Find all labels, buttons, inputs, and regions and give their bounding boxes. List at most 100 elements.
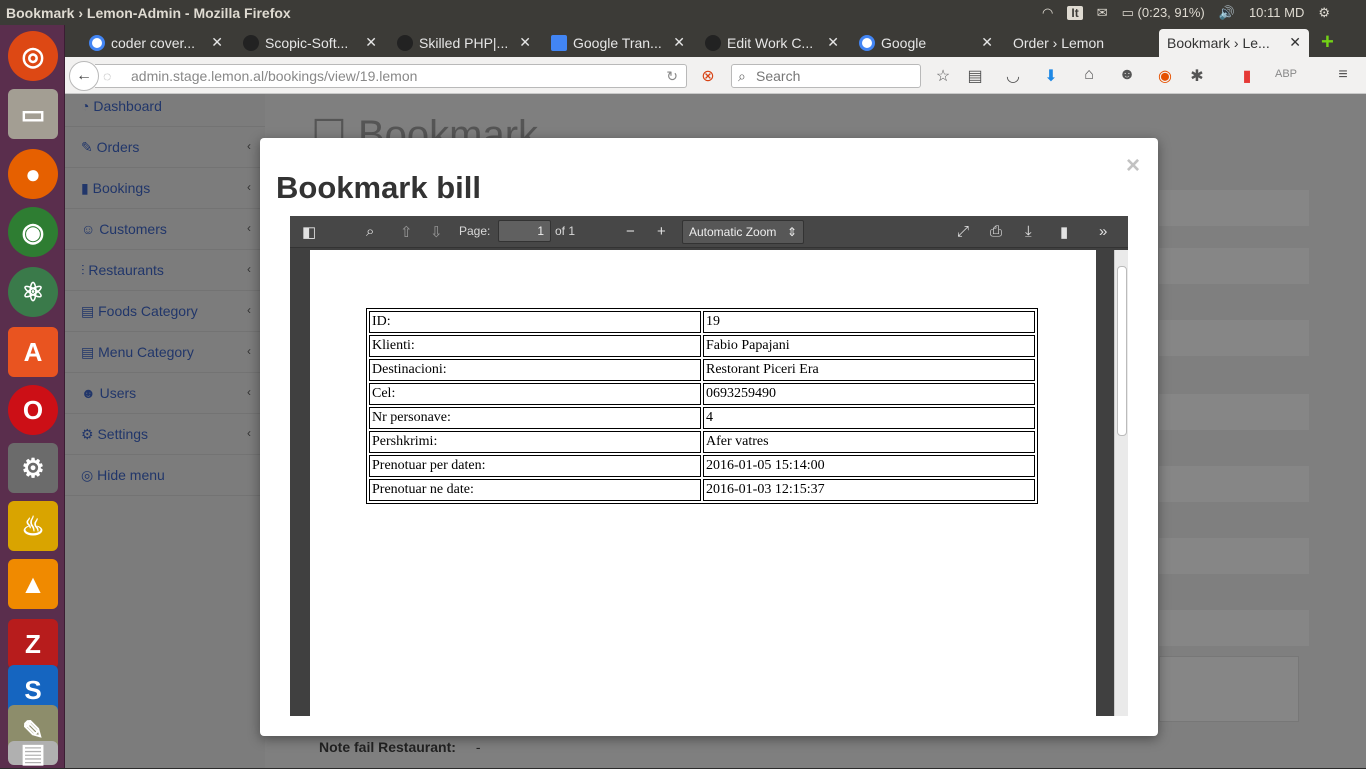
files-icon[interactable]: ▭ [8, 89, 58, 139]
filezilla-icon[interactable]: Z [8, 619, 58, 669]
close-tab-icon[interactable]: ✕ [211, 34, 223, 51]
sidebar-item-settings[interactable]: ⚙ Settings ‹ [65, 414, 265, 455]
sidebar-item-hide-menu[interactable]: ◎ Hide menu [65, 455, 265, 496]
new-tab-icon[interactable]: + [1321, 29, 1334, 55]
atom-icon[interactable]: ⚛ [8, 267, 58, 317]
previous-page-icon[interactable]: ⇧ [400, 223, 413, 241]
chat-icon[interactable]: ☻ [1117, 66, 1137, 84]
download-icon[interactable]: ⤓ [1025, 223, 1032, 240]
pdf-search-icon[interactable]: ⌕ [366, 223, 374, 240]
firefox-icon[interactable]: ● [8, 149, 58, 199]
row-value: 4 [703, 407, 1035, 429]
zoom-select[interactable]: Automatic Zoom ⇕ [682, 220, 804, 244]
bookmark-icon[interactable]: ▮ [1060, 223, 1068, 241]
sidebar-item-customers[interactable]: ☺ Customers ‹ [65, 209, 265, 250]
zoom-in-icon[interactable]: + [657, 223, 666, 240]
chevron-left-icon: ‹ [247, 139, 251, 153]
close-tab-icon[interactable]: ✕ [519, 34, 531, 51]
page-number-input[interactable]: 1 [498, 220, 551, 242]
zoom-out-icon[interactable]: − [626, 223, 635, 240]
home-icon[interactable]: ⌂ [1079, 66, 1099, 84]
row-value: Afer vatres [703, 431, 1035, 453]
ubuntu-dash-icon[interactable]: ◎ [8, 31, 58, 81]
background-panel [1159, 190, 1309, 226]
browser-tab[interactable]: coder cover... ✕ [81, 29, 231, 57]
browser-tab[interactable]: Order › Lemon [1005, 29, 1155, 57]
addon-icon[interactable]: ⊗ [698, 66, 718, 86]
sidebar-item-label: Orders [96, 139, 140, 155]
close-tab-icon[interactable]: ✕ [827, 34, 839, 51]
row-label: Prenotuar ne date: [369, 479, 701, 501]
keyboard-layout-indicator[interactable]: It [1067, 5, 1083, 20]
close-tab-icon[interactable]: ✕ [365, 34, 377, 51]
sidebar-item-restaurants[interactable]: ⫶ Restaurants ‹ [65, 250, 265, 291]
page-total: of 1 [555, 224, 576, 238]
modal-close-button[interactable]: × [1126, 152, 1140, 180]
close-tab-icon[interactable]: ✕ [1289, 34, 1301, 51]
row-value: 2016-01-05 15:14:00 [703, 455, 1035, 477]
sidebar-item-label: Dashboard [93, 98, 162, 114]
window-title: Bookmark › Lemon-Admin - Mozilla Firefox [6, 4, 291, 21]
mail-icon[interactable]: ✉ [1097, 5, 1108, 21]
browser-tab[interactable]: Google ✕ [851, 29, 1001, 57]
search-input[interactable]: ⌕ Search [731, 64, 921, 88]
extension-color-icon[interactable]: ◉ [1155, 66, 1175, 86]
tab-label: Skilled PHP|... [419, 35, 509, 51]
sidebar-toggle-icon[interactable]: ◧ [302, 223, 316, 241]
row-label: Destinacioni: [369, 359, 701, 381]
extension-bug-icon[interactable]: ✱ [1187, 66, 1207, 86]
close-tab-icon[interactable]: ✕ [981, 34, 993, 51]
teapot-icon[interactable]: ♨ [8, 501, 58, 551]
back-button[interactable]: ← [69, 61, 99, 91]
list-icon: ▤ [81, 303, 95, 319]
pdf-scrollbar[interactable] [1114, 250, 1128, 716]
sidebar-item-users[interactable]: ☻ Users ‹ [65, 373, 265, 414]
adblock-icon[interactable]: ABP [1275, 68, 1297, 80]
next-page-icon[interactable]: ⇩ [430, 223, 443, 241]
battery-indicator[interactable]: ▭ (0:23, 91%) [1122, 5, 1205, 21]
downloads-icon[interactable]: ⬇ [1041, 66, 1061, 86]
reload-icon[interactable]: ↻ [666, 65, 678, 87]
scrollbar-thumb[interactable] [1117, 266, 1127, 436]
row-value: 19 [703, 311, 1035, 333]
system-settings-icon[interactable]: ⚙ [8, 443, 58, 493]
extension-jar-icon[interactable]: ▮ [1237, 66, 1257, 86]
browser-tab-active[interactable]: Bookmark › Le... ✕ [1159, 29, 1309, 57]
vlc-icon[interactable]: ▲ [8, 559, 58, 609]
clock[interactable]: 10:11 MD [1249, 5, 1304, 20]
browser-tab[interactable]: Scopic-Soft... ✕ [235, 29, 385, 57]
modal-title: Bookmark bill [276, 170, 481, 205]
sidebar-item-menu-category[interactable]: ▤ Menu Category ‹ [65, 332, 265, 373]
opera-icon[interactable]: O [8, 385, 58, 435]
browser-tab[interactable]: Google Tran... ✕ [543, 29, 693, 57]
note-value: - [475, 739, 481, 755]
table-row: Destinacioni: Restorant Piceri Era [369, 359, 1035, 381]
bookmark-star-icon[interactable]: ☆ [933, 66, 953, 86]
print-icon[interactable]: ⎙ [990, 223, 1002, 240]
browser-nav-bar: ◌ admin.stage.lemon.al/bookings/view/19.… [65, 57, 1366, 94]
volume-icon[interactable]: 🔊 [1219, 5, 1235, 21]
tools-chevron-icon[interactable]: » [1099, 223, 1107, 240]
browser-tab[interactable]: Edit Work C... ✕ [697, 29, 847, 57]
pocket-icon[interactable]: ◡ [1003, 66, 1023, 86]
sidebar-item-orders[interactable]: ✎ Orders ‹ [65, 127, 265, 168]
dashboard-icon: ◔ [81, 98, 90, 114]
site-info-icon[interactable]: ◌ [103, 65, 111, 87]
url-bar[interactable]: ◌ admin.stage.lemon.al/bookings/view/19.… [95, 64, 687, 88]
presentation-mode-icon[interactable]: ⤢ [957, 223, 969, 240]
sidebar-item-foods-category[interactable]: ▤ Foods Category ‹ [65, 291, 265, 332]
sidebar-item-dashboard[interactable]: ◔ Dashboard [65, 94, 265, 127]
reading-list-icon[interactable]: ▤ [965, 66, 985, 86]
table-row: Nr personave: 4 [369, 407, 1035, 429]
browser-tab[interactable]: Skilled PHP|... ✕ [389, 29, 539, 57]
menu-hamburger-icon[interactable]: ≡ [1333, 66, 1353, 84]
google-icon [859, 35, 875, 51]
chrome-icon[interactable]: ◉ [8, 207, 58, 257]
software-center-icon[interactable]: A [8, 327, 58, 377]
zoom-value: Automatic Zoom [689, 225, 777, 239]
power-gear-icon[interactable]: ⚙ [1318, 5, 1330, 21]
sidebar-item-bookings[interactable]: ▮ Bookings ‹ [65, 168, 265, 209]
wifi-icon[interactable]: ◠ [1042, 5, 1053, 21]
close-tab-icon[interactable]: ✕ [673, 34, 685, 51]
scanner-icon[interactable]: ▤ [8, 738, 58, 768]
